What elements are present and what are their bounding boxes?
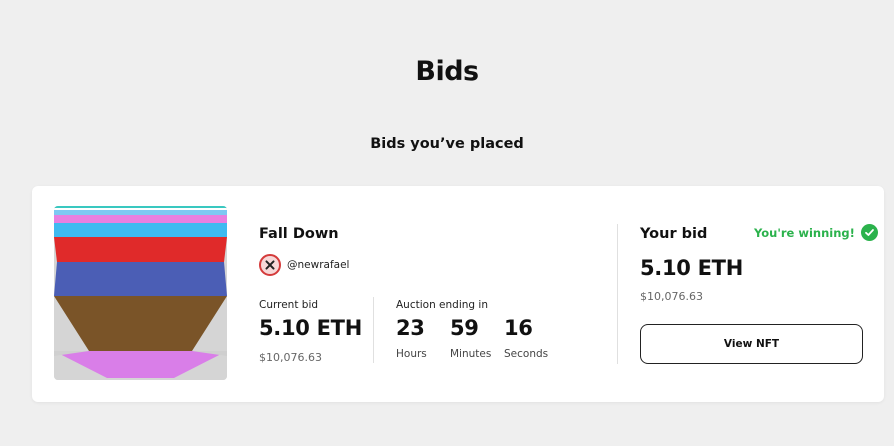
hours-label: Hours bbox=[396, 348, 427, 360]
nft-thumbnail[interactable] bbox=[54, 206, 227, 380]
auction-ending-label: Auction ending in bbox=[396, 299, 488, 311]
crossed-circle-icon bbox=[259, 254, 281, 276]
current-bid-value: 5.10 ETH bbox=[259, 316, 362, 340]
divider bbox=[373, 297, 374, 363]
winning-status-text: You're winning! bbox=[754, 225, 855, 240]
section-title: Bids you’ve placed bbox=[370, 136, 524, 152]
timer-hours: 23 Hours bbox=[396, 316, 427, 360]
check-circle-icon bbox=[860, 224, 878, 241]
winning-status: You're winning! bbox=[754, 224, 878, 241]
bid-card: Fall Down @newrafael Current bid 5.10 ET… bbox=[32, 186, 884, 402]
your-bid-label: Your bid bbox=[640, 226, 708, 242]
seconds-value: 16 bbox=[504, 316, 533, 340]
nft-name[interactable]: Fall Down bbox=[259, 226, 339, 242]
owner-link[interactable]: @newrafael bbox=[259, 254, 349, 276]
your-bid-value: 5.10 ETH bbox=[640, 256, 743, 280]
owner-handle[interactable]: @newrafael bbox=[287, 259, 349, 271]
divider bbox=[617, 224, 618, 364]
timer-minutes: 59 Minutes bbox=[450, 316, 491, 360]
seconds-label: Seconds bbox=[504, 348, 549, 360]
view-nft-button[interactable]: View NFT bbox=[640, 324, 863, 364]
hours-value: 23 bbox=[396, 316, 425, 340]
current-bid-label: Current bid bbox=[259, 299, 319, 311]
minutes-label: Minutes bbox=[450, 348, 492, 360]
current-bid-usd: $10,076.63 bbox=[259, 351, 322, 364]
your-bid-usd: $10,076.63 bbox=[640, 290, 703, 303]
timer-seconds: 16 Seconds bbox=[504, 316, 548, 360]
page-title: Bids bbox=[415, 56, 479, 87]
nft-artwork bbox=[54, 206, 227, 380]
minutes-value: 59 bbox=[450, 316, 479, 340]
